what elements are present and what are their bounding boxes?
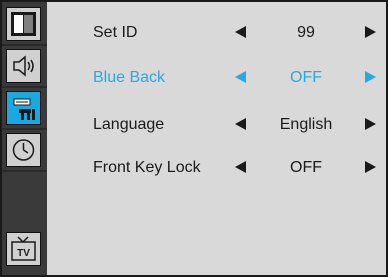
left-arrow-icon[interactable] [235,26,246,38]
menu-item-set-id[interactable]: Set ID 99 [47,22,386,44]
right-arrow-icon[interactable] [365,161,376,173]
clock-icon [12,139,35,161]
right-arrow-icon[interactable] [365,118,376,130]
sidebar-item-picture[interactable] [6,7,41,41]
menu-item-value: English [279,116,333,133]
setup-tools-icon [13,98,35,120]
osd-menu: TV Set ID 99 Blue Back OFF Language Engl… [0,0,388,277]
sound-icon [13,55,34,77]
sidebar-divider [2,170,47,172]
sidebar-item-sound[interactable] [6,49,41,83]
menu-panel: Set ID 99 Blue Back OFF Language English… [47,2,386,275]
right-arrow-icon[interactable] [365,71,376,83]
left-arrow-icon[interactable] [235,161,246,173]
sidebar-item-time[interactable] [6,133,41,167]
picture-icon [11,12,36,36]
menu-item-label: Front Key Lock [93,159,201,176]
sidebar-item-setup[interactable] [6,91,41,125]
left-arrow-icon[interactable] [235,118,246,130]
tv-icon-label: TV [17,248,30,259]
sidebar-divider [2,44,47,46]
sidebar-item-input[interactable]: TV [6,232,41,266]
menu-item-blue-back[interactable]: Blue Back OFF [47,67,386,89]
menu-item-value: OFF [290,159,322,176]
sidebar: TV [2,2,47,275]
menu-item-front-key-lock[interactable]: Front Key Lock OFF [47,157,386,179]
menu-item-label: Blue Back [93,69,166,86]
tv-icon: TV [11,236,36,261]
menu-item-value: 99 [297,24,315,41]
sidebar-divider [2,86,47,88]
right-arrow-icon[interactable] [365,26,376,38]
sidebar-divider [2,128,47,130]
menu-item-label: Set ID [93,24,138,41]
left-arrow-icon[interactable] [235,71,246,83]
menu-item-label: Language [93,116,165,133]
menu-item-language[interactable]: Language English [47,114,386,136]
menu-item-value: OFF [290,69,322,86]
